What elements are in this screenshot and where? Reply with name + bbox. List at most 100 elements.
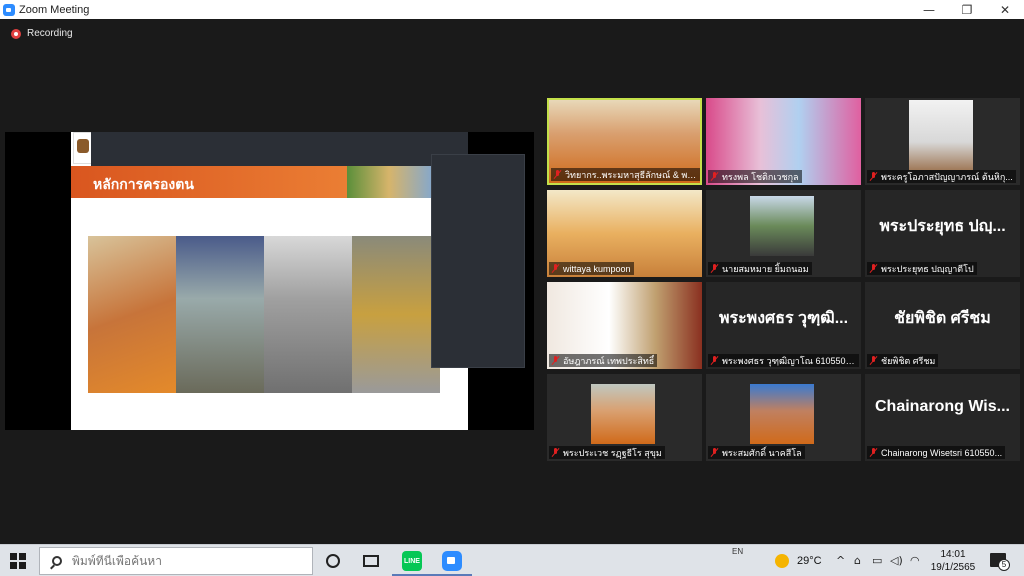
participant-name-bar: ทรงพล โชติกเวชกุล xyxy=(708,170,802,183)
participant-tile[interactable]: อัษฎาภรณ์ เทพประสิทธิ์ xyxy=(547,282,702,369)
mic-muted-icon xyxy=(552,264,559,273)
mic-muted-icon xyxy=(552,356,559,365)
temperature[interactable]: 29°C xyxy=(797,555,822,567)
participant-name: Chainarong Wisetsri 610550... xyxy=(881,447,1003,458)
participant-name: พระสมศักดิ์ นาคสีโล xyxy=(722,447,802,458)
taskbar-search[interactable] xyxy=(39,547,313,575)
participant-name-bar: วิทยากร..พระมหาสุธีลักษณ์ & พระนิ... xyxy=(551,168,700,181)
overlay-window xyxy=(91,132,468,166)
cortana-button[interactable] xyxy=(323,551,343,571)
windows-taskbar: LINE EN 29°C ^ ⌂ ▭ ◁) ◠ 14:01 19/1/2565 … xyxy=(0,544,1024,576)
mic-muted-icon xyxy=(554,170,561,179)
participant-display-name: Chainarong Wis... xyxy=(875,398,1010,415)
wifi-icon[interactable]: ◠ xyxy=(910,554,920,567)
minimize-button[interactable]: — xyxy=(910,0,948,19)
search-input[interactable] xyxy=(72,554,302,568)
line-icon: LINE xyxy=(402,551,422,571)
mic-muted-icon xyxy=(711,356,718,365)
slide-photo xyxy=(352,236,440,393)
participant-name: wittaya kumpoon xyxy=(563,263,631,274)
photo-collage xyxy=(88,236,440,393)
participant-name-bar: นายสมหมาย ยิ้มถนอม xyxy=(708,262,812,275)
participant-tile[interactable]: นายสมหมาย ยิ้มถนอม xyxy=(706,190,861,277)
slide-title: หลักการครองตน xyxy=(93,176,194,192)
participant-name-bar: พระประเวช รฏฺฐธีโร สุขุม xyxy=(549,446,665,459)
start-button[interactable] xyxy=(10,553,26,569)
mic-muted-icon xyxy=(870,448,877,457)
clock-time: 14:01 xyxy=(940,549,966,560)
participant-name-bar: อัษฎาภรณ์ เทพประสิทธิ์ xyxy=(549,354,658,367)
mic-muted-icon xyxy=(552,448,559,457)
participant-photo xyxy=(909,100,973,170)
participant-tile[interactable]: พระประเวช รฏฺฐธีโร สุขุม xyxy=(547,374,702,461)
participant-name-bar: Chainarong Wisetsri 610550... xyxy=(867,446,1006,459)
cortana-icon xyxy=(326,554,340,568)
participant-tile[interactable]: Chainarong Wis... Chainarong Wisetsri 610… xyxy=(865,374,1020,461)
task-view-icon xyxy=(363,555,379,567)
title-bar: Zoom Meeting — ❐ ✕ xyxy=(0,0,1024,19)
search-icon xyxy=(52,556,62,566)
zoom-icon xyxy=(442,551,462,571)
system-clock[interactable]: 14:01 19/1/2565 xyxy=(930,548,976,574)
participant-name-bar: พระประยุทธ ปญฺญาตีโป xyxy=(867,262,977,275)
participant-tile[interactable]: wittaya kumpoon xyxy=(547,190,702,277)
participant-name: วิทยากร..พระมหาสุธีลักษณ์ & พระนิ... xyxy=(565,169,699,180)
participant-name-bar: พระครูโอภาสปัญญาภรณ์ ต้นหิกุ... xyxy=(867,170,1016,183)
participant-name: อัษฎาภรณ์ เทพประสิทธิ์ xyxy=(563,355,655,366)
participant-name: พระพงศธร วุฑฺฒิญาโณ 6105504033 xyxy=(722,355,856,366)
slide-header-image xyxy=(347,166,431,198)
participant-photo xyxy=(750,196,814,256)
participant-tile[interactable]: วิทยากร..พระมหาสุธีลักษณ์ & พระนิ... xyxy=(547,98,702,185)
tray-chevron-icon[interactable]: ^ xyxy=(836,554,845,567)
participant-tile[interactable]: พระพงศธร วุฑฺฒิ... พระพงศธร วุฑฺฒิญาโณ 61… xyxy=(706,282,861,369)
participant-name-bar: ชัยพิชิต ศรีชม xyxy=(867,354,939,367)
mic-muted-icon xyxy=(711,264,718,273)
slide-logo xyxy=(73,132,93,164)
participant-tile[interactable]: พระประยุทธ ปญฺ... พระประยุทธ ปญฺญาตีโป xyxy=(865,190,1020,277)
network-icon[interactable]: ⌂ xyxy=(854,554,861,567)
line-app-button[interactable]: LINE xyxy=(402,551,422,571)
input-language[interactable]: EN xyxy=(732,547,743,556)
task-view-button[interactable] xyxy=(361,551,381,571)
zoom-taskbar-button[interactable] xyxy=(442,551,462,571)
participant-name-bar: wittaya kumpoon xyxy=(549,262,634,275)
recording-indicator[interactable]: Recording xyxy=(11,28,73,39)
close-button[interactable]: ✕ xyxy=(986,0,1024,19)
slide-photo xyxy=(88,236,176,393)
participant-name: นายสมหมาย ยิ้มถนอม xyxy=(722,263,809,274)
mic-muted-icon xyxy=(870,264,877,273)
participant-name: พระครูโอภาสปัญญาภรณ์ ต้นหิกุ... xyxy=(881,171,1013,182)
volume-icon[interactable]: ◁) xyxy=(890,554,903,567)
clock-date: 19/1/2565 xyxy=(930,562,976,573)
battery-icon[interactable]: ▭ xyxy=(872,554,882,567)
mic-muted-icon xyxy=(711,448,718,457)
participant-tile[interactable]: พระสมศักดิ์ นาคสีโล xyxy=(706,374,861,461)
participant-tile[interactable]: ชัยพิชิต ศรีชม ชัยพิชิต ศรีชม xyxy=(865,282,1020,369)
slide-photo xyxy=(264,236,352,393)
mic-muted-icon xyxy=(870,172,877,181)
mic-muted-icon xyxy=(711,172,718,181)
overlay-window-side xyxy=(431,154,525,368)
participant-photo xyxy=(750,384,814,444)
participant-name-bar: พระสมศักดิ์ นาคสีโล xyxy=(708,446,805,459)
participant-display-name: ชัยพิชิต ศรีชม xyxy=(894,310,991,327)
participant-photo xyxy=(591,384,655,444)
participant-name: ทรงพล โชติกเวชกุล xyxy=(722,171,799,182)
shared-screen: หลักการครองตน xyxy=(5,132,534,430)
notification-count: 5 xyxy=(998,559,1010,571)
slide-photo xyxy=(176,236,264,393)
participant-name: ชัยพิชิต ศรีชม xyxy=(881,355,936,366)
participant-tile[interactable]: พระครูโอภาสปัญญาภรณ์ ต้นหิกุ... xyxy=(865,98,1020,185)
record-icon xyxy=(11,28,21,39)
participant-name-bar: พระพงศธร วุฑฺฒิญาโณ 6105504033 xyxy=(708,354,859,367)
participant-display-name: พระประยุทธ ปญฺ... xyxy=(879,218,1006,235)
presentation-slide: หลักการครองตน xyxy=(71,132,468,430)
restore-button[interactable]: ❐ xyxy=(948,0,986,19)
window-title: Zoom Meeting xyxy=(19,3,90,16)
participant-name: พระประยุทธ ปญฺญาตีโป xyxy=(881,263,974,274)
participant-display-name: พระพงศธร วุฑฺฒิ... xyxy=(718,310,849,327)
participant-tile[interactable]: ทรงพล โชติกเวชกุล xyxy=(706,98,861,185)
weather-sun-icon[interactable] xyxy=(775,554,789,568)
zoom-app-icon xyxy=(3,3,15,16)
recording-label: Recording xyxy=(27,28,73,39)
